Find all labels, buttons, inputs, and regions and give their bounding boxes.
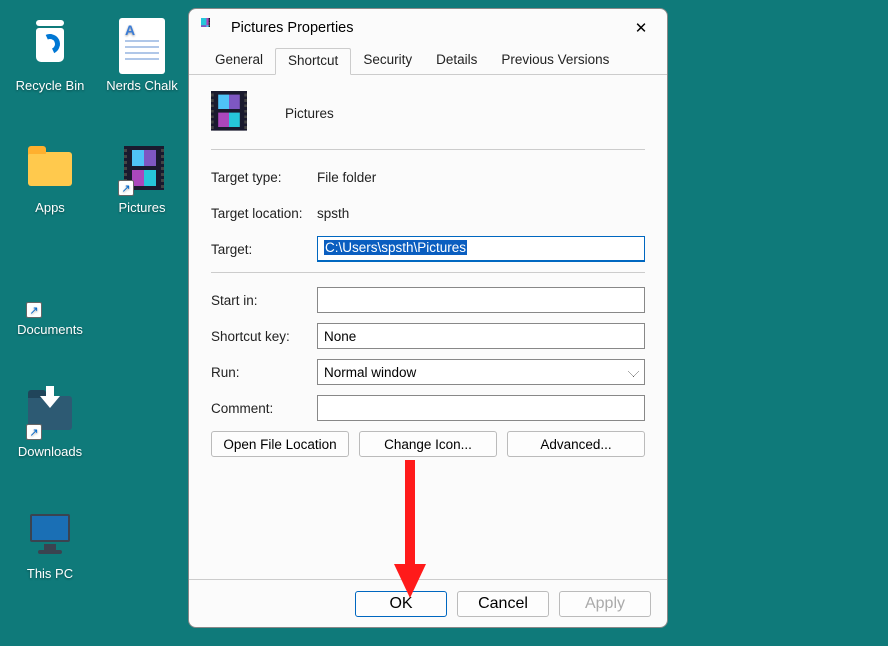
desktop-icon-recycle-bin[interactable]: Recycle Bin: [8, 18, 92, 93]
run-select[interactable]: Normal window: [317, 359, 645, 385]
desktop-icon-label: This PC: [8, 566, 92, 581]
label-shortcut-key: Shortcut key:: [211, 329, 317, 344]
desktop-icon-pictures[interactable]: ↗ Pictures: [100, 140, 184, 215]
target-input-selection: C:\Users\spsth\Pictures: [324, 240, 467, 255]
label-run: Run:: [211, 365, 317, 380]
desktop-icon-nerds-chalk[interactable]: Nerds Chalk: [100, 18, 184, 93]
desktop-icon-apps[interactable]: Apps: [8, 140, 92, 215]
value-target-location: spsth: [317, 206, 645, 221]
start-in-input[interactable]: [317, 287, 645, 313]
folder-icon: [22, 140, 78, 196]
ok-button[interactable]: OK: [355, 591, 447, 617]
close-button[interactable]: ✕: [619, 13, 663, 43]
shortcut-overlay-icon: ↗: [26, 424, 42, 440]
desktop-icon-label: Apps: [8, 200, 92, 215]
tab-general[interactable]: General: [203, 48, 275, 75]
tab-details[interactable]: Details: [424, 48, 489, 75]
titlebar[interactable]: Pictures Properties ✕: [189, 9, 667, 47]
desktop-icon-this-pc[interactable]: This PC: [8, 506, 92, 581]
cancel-button[interactable]: Cancel: [457, 591, 549, 617]
target-input[interactable]: C:\Users\spsth\Pictures: [317, 236, 645, 262]
separator: [211, 272, 645, 273]
recycle-bin-icon: [22, 18, 78, 74]
value-target-type: File folder: [317, 170, 645, 185]
desktop-icon-label: Documents: [8, 322, 92, 337]
desktop-icon-documents[interactable]: ↗ Documents: [8, 262, 92, 337]
desktop-icon-label: Downloads: [8, 444, 92, 459]
label-comment: Comment:: [211, 401, 317, 416]
downloads-folder-icon: ↗: [22, 384, 78, 440]
tab-strip: General Shortcut Security Details Previo…: [189, 47, 667, 75]
document-icon: [119, 18, 165, 74]
window-title: Pictures Properties: [231, 20, 619, 36]
label-target: Target:: [211, 242, 317, 257]
dialog-footer: OK Cancel Apply: [189, 579, 667, 627]
item-icon: [211, 91, 255, 135]
desktop-icon-label: Recycle Bin: [8, 78, 92, 93]
apply-button[interactable]: Apply: [559, 591, 651, 617]
folder-icon: ↗: [22, 262, 78, 318]
film-icon: ↗: [114, 140, 170, 196]
change-icon-button[interactable]: Change Icon...: [359, 431, 497, 457]
label-start-in: Start in:: [211, 293, 317, 308]
pc-icon: [22, 506, 78, 562]
tab-shortcut[interactable]: Shortcut: [275, 48, 351, 75]
tab-body: Pictures Target type: File folder Target…: [189, 75, 667, 579]
label-target-location: Target location:: [211, 206, 317, 221]
close-icon: ✕: [635, 19, 648, 37]
shortcut-overlay-icon: ↗: [26, 302, 42, 318]
label-target-type: Target type:: [211, 170, 317, 185]
advanced-button[interactable]: Advanced...: [507, 431, 645, 457]
open-file-location-button[interactable]: Open File Location: [211, 431, 349, 457]
desktop-icon-downloads[interactable]: ↗ Downloads: [8, 384, 92, 459]
tab-security[interactable]: Security: [351, 48, 424, 75]
comment-input[interactable]: [317, 395, 645, 421]
desktop-icon-label: Nerds Chalk: [100, 78, 184, 93]
desktop-icon-label: Pictures: [100, 200, 184, 215]
separator: [211, 149, 645, 150]
shortcut-overlay-icon: ↗: [118, 180, 134, 196]
window-icon: [201, 18, 221, 38]
item-name: Pictures: [285, 106, 334, 121]
properties-window: Pictures Properties ✕ General Shortcut S…: [188, 8, 668, 628]
shortcut-key-input[interactable]: [317, 323, 645, 349]
tab-previous-versions[interactable]: Previous Versions: [489, 48, 621, 75]
